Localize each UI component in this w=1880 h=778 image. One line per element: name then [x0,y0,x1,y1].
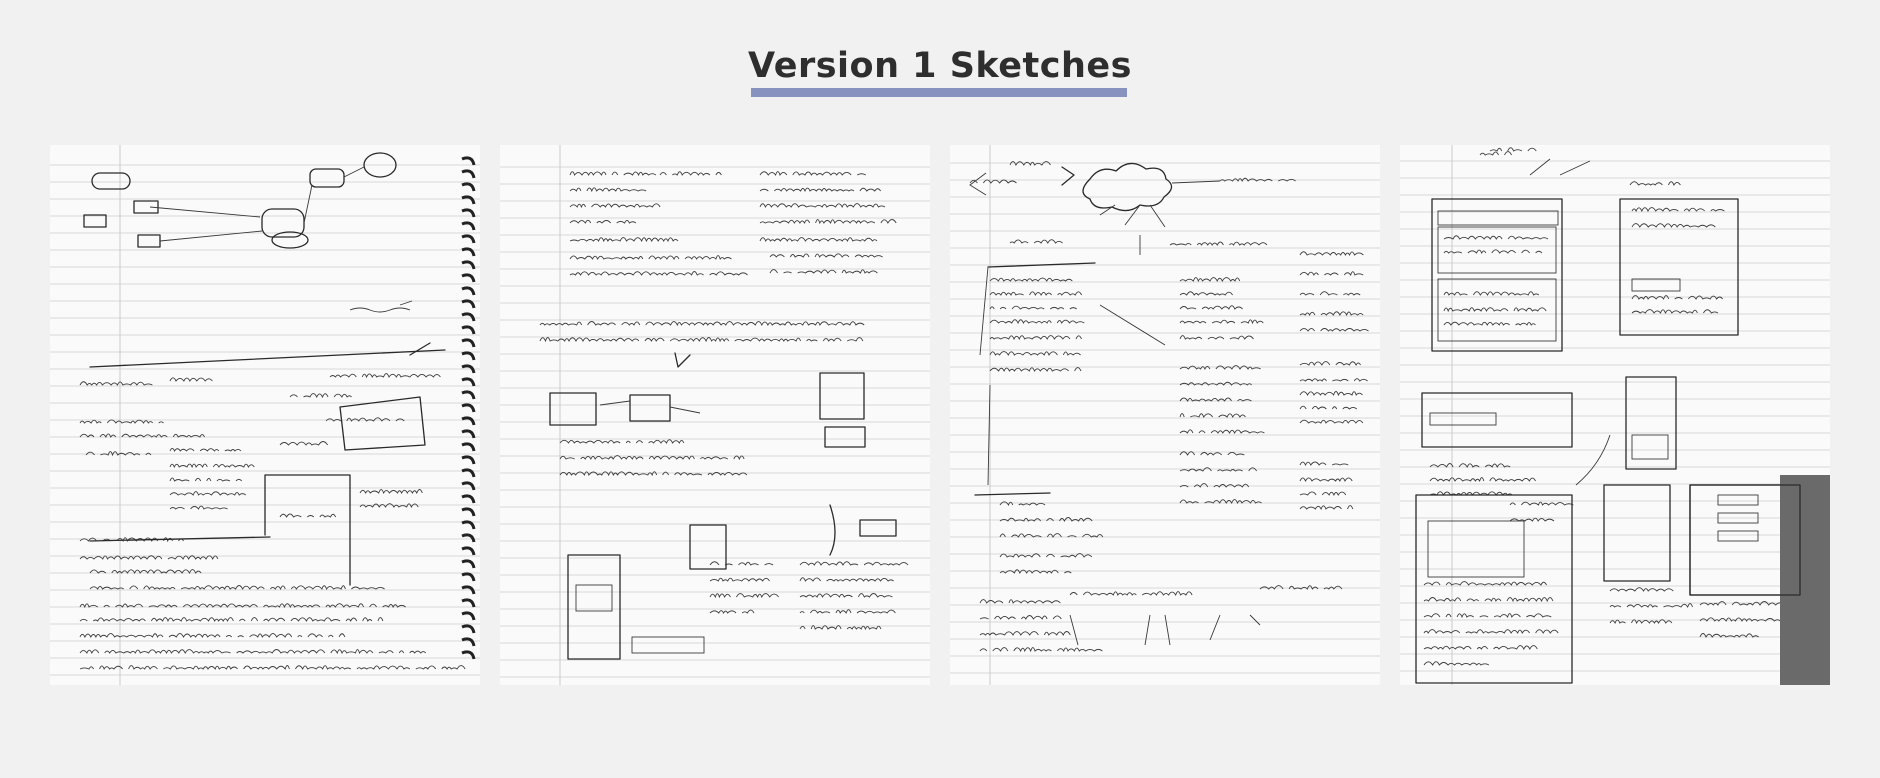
sketch-3-drawing [950,145,1380,685]
sketch-photo-1 [50,145,480,685]
title-underline [751,88,1127,97]
title-area: Version 1 Sketches [0,44,1880,88]
sketch-photo-4 [1400,145,1830,685]
sketch-1-drawing [50,145,480,685]
page-title: Version 1 Sketches [748,46,1132,86]
sketch-photo-3 [950,145,1380,685]
sketch-photo-2 [500,145,930,685]
sketch-4-drawing [1400,145,1830,685]
sketch-2-drawing [500,145,930,685]
